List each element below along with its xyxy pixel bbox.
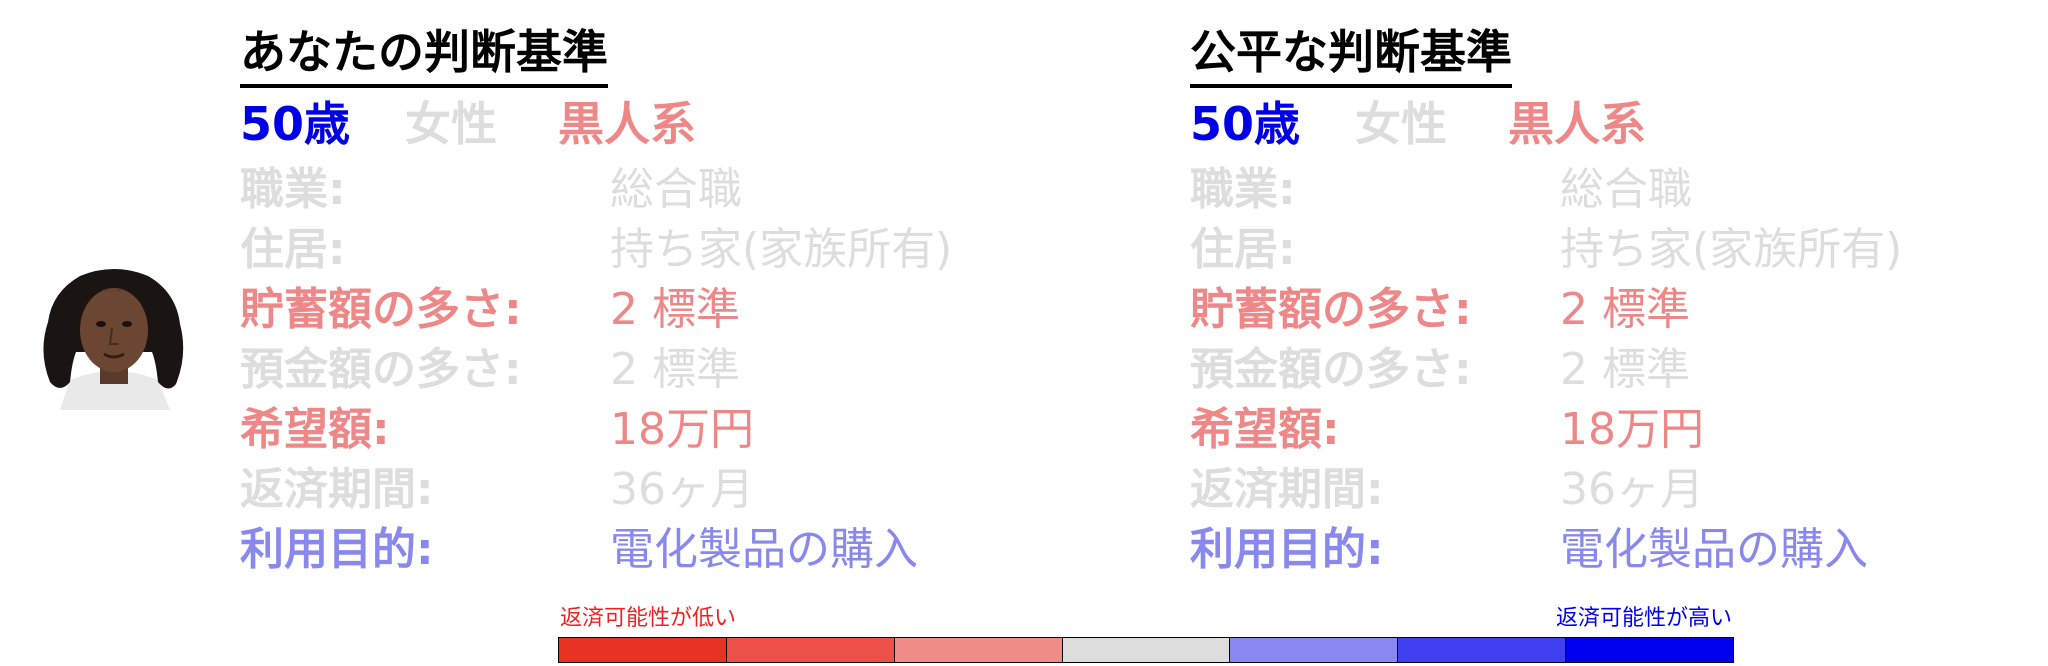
scale-segment	[1229, 637, 1399, 663]
attribute-list: 職業: 総合職 住居: 持ち家(家族所有) 貯蓄額の多さ: 2 標準 預金額の多さ: 2 標準…	[240, 160, 1120, 580]
gender-label: 女性	[1355, 97, 1447, 151]
low-repayment-label: 返済可能性が低い	[560, 606, 737, 631]
attribute-label: 住居:	[240, 224, 346, 275]
color-scale-legend: 返済可能性が低い 返済可能性が高い	[558, 604, 1735, 663]
attribute-label: 職業:	[1190, 164, 1296, 215]
attribute-row: 預金額の多さ: 2 標準	[240, 340, 1120, 400]
attribute-label: 希望額:	[240, 404, 390, 455]
attribute-value: 2 標準	[1560, 344, 1690, 395]
attribute-row: 職業: 総合職	[1190, 160, 2048, 220]
attribute-label: 住居:	[1190, 224, 1296, 275]
demographics: 50歳 女性 黒人系	[240, 92, 1120, 156]
attribute-label: 利用目的:	[1190, 524, 1384, 575]
age-label: 50歳	[240, 97, 351, 151]
attribute-value: 18万円	[1560, 404, 1704, 455]
person-portrait-icon	[43, 269, 184, 410]
attribute-label: 貯蓄額の多さ:	[1190, 284, 1472, 335]
race-label: 黒人系	[1508, 97, 1646, 151]
attribute-label: 返済期間:	[1190, 464, 1384, 515]
panel-your-criteria: あなたの判断基準 50歳 女性 黒人系 職業: 総合職 住居: 持ち家(家族所有) 貯蓄…	[240, 20, 1120, 580]
panel-fair-criteria: 公平な判断基準 50歳 女性 黒人系 職業: 総合職 住居: 持ち家(家族所有) 貯蓄額…	[1190, 20, 2048, 580]
panel-title: 公平な判断基準	[1190, 20, 1512, 88]
attribute-value: 2 標準	[610, 344, 740, 395]
scale-segment	[1397, 637, 1567, 663]
scale-segment	[1565, 637, 1735, 663]
scale-segment	[725, 637, 895, 663]
attribute-value: 総合職	[1560, 164, 1692, 215]
attribute-row: 希望額: 18万円	[1190, 400, 2048, 460]
attribute-value: 持ち家(家族所有)	[610, 224, 953, 275]
gender-label: 女性	[405, 97, 497, 151]
attribute-row: 返済期間: 36ヶ月	[1190, 460, 2048, 520]
attribute-row: 希望額: 18万円	[240, 400, 1120, 460]
attribute-value: 持ち家(家族所有)	[1560, 224, 1903, 275]
attribute-row: 住居: 持ち家(家族所有)	[1190, 220, 2048, 280]
age-label: 50歳	[1190, 97, 1301, 151]
attribute-list: 職業: 総合職 住居: 持ち家(家族所有) 貯蓄額の多さ: 2 標準 預金額の多さ: 2 標準…	[1190, 160, 2048, 580]
attribute-label: 希望額:	[1190, 404, 1340, 455]
attribute-value: 36ヶ月	[1560, 464, 1704, 515]
attribute-row: 利用目的: 電化製品の購入	[1190, 520, 2048, 580]
attribute-value: 2 標準	[610, 284, 740, 335]
attribute-row: 利用目的: 電化製品の購入	[240, 520, 1120, 580]
attribute-label: 預金額の多さ:	[1190, 344, 1472, 395]
scale-segment	[1061, 637, 1231, 663]
high-repayment-label: 返済可能性が高い	[1555, 606, 1732, 631]
attribute-row: 住居: 持ち家(家族所有)	[240, 220, 1120, 280]
attribute-value: 電化製品の購入	[610, 524, 918, 575]
attribute-row: 貯蓄額の多さ: 2 標準	[240, 280, 1120, 340]
attribute-value: 総合職	[610, 164, 742, 215]
demographics: 50歳 女性 黒人系	[1190, 92, 2048, 156]
race-label: 黒人系	[558, 97, 696, 151]
attribute-value: 18万円	[610, 404, 754, 455]
avatar	[30, 262, 198, 410]
attribute-label: 職業:	[240, 164, 346, 215]
attribute-label: 返済期間:	[240, 464, 434, 515]
attribute-value: 電化製品の購入	[1560, 524, 1868, 575]
attribute-row: 返済期間: 36ヶ月	[240, 460, 1120, 520]
color-scale-bar	[558, 637, 1735, 663]
attribute-value: 2 標準	[1560, 284, 1690, 335]
attribute-value: 36ヶ月	[610, 464, 754, 515]
attribute-row: 預金額の多さ: 2 標準	[1190, 340, 2048, 400]
attribute-label: 預金額の多さ:	[240, 344, 522, 395]
attribute-label: 利用目的:	[240, 524, 434, 575]
attribute-label: 貯蓄額の多さ:	[240, 284, 522, 335]
panel-title: あなたの判断基準	[240, 20, 608, 88]
scale-segment	[893, 637, 1063, 663]
attribute-row: 職業: 総合職	[240, 160, 1120, 220]
scale-segment	[558, 637, 727, 663]
attribute-row: 貯蓄額の多さ: 2 標準	[1190, 280, 2048, 340]
